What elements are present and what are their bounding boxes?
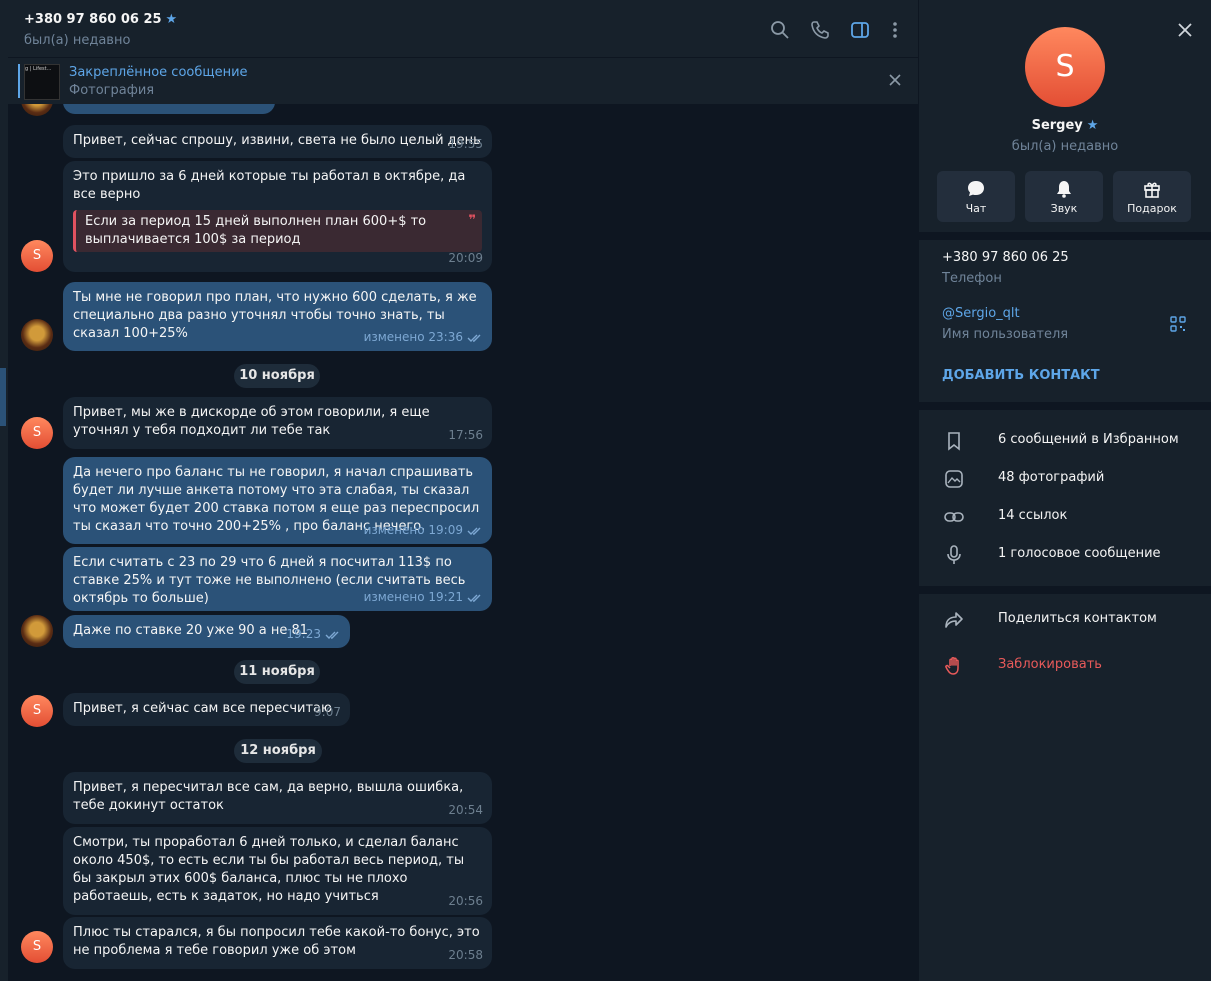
close-icon[interactable] bbox=[1177, 22, 1193, 38]
links-row[interactable]: 14 ссылок bbox=[919, 498, 1211, 534]
avatar[interactable] bbox=[21, 319, 53, 351]
hand-stop-icon bbox=[945, 657, 959, 675]
more-menu-icon[interactable] bbox=[885, 20, 905, 40]
message-bubble[interactable]: Привет, я пересчитал все сам, да верно, … bbox=[63, 772, 492, 824]
premium-star-icon: ★ bbox=[165, 12, 178, 27]
close-pinned-icon[interactable] bbox=[888, 73, 902, 87]
profile-avatar[interactable]: S bbox=[1025, 27, 1105, 107]
message-list[interactable]: Привет, сейчас спрошу, извини, света не … bbox=[8, 104, 918, 975]
message-bubble[interactable]: Привет, мы же в дискорде об этом говорил… bbox=[63, 397, 492, 449]
add-contact-button[interactable]: ДОБАВИТЬ КОНТАКТ bbox=[942, 368, 1100, 383]
username-label: Имя пользователя bbox=[942, 327, 1069, 342]
phone-icon[interactable] bbox=[810, 20, 830, 40]
phone-value[interactable]: +380 97 860 06 25 bbox=[942, 250, 1069, 265]
message-bubble[interactable]: Даже по ставке 20 уже 90 а не 81 19:23 bbox=[63, 615, 350, 648]
chat-button[interactable]: Чат bbox=[937, 171, 1015, 222]
profile-status: был(а) недавно bbox=[1011, 139, 1119, 154]
share-contact-row[interactable]: Поделиться контактом bbox=[919, 601, 1211, 637]
chat-title[interactable]: +380 97 860 06 25 ★ bbox=[24, 12, 177, 27]
pinned-indicator bbox=[18, 64, 20, 98]
chat-status: был(а) недавно bbox=[24, 33, 131, 48]
date-separator: 10 ноября bbox=[234, 364, 320, 388]
chat-area: +380 97 860 06 25 ★ был(а) недавно g | Li… bbox=[8, 0, 918, 975]
read-checkmarks-icon bbox=[325, 631, 339, 639]
pinned-thumbnail: g | Lifest... bbox=[24, 64, 60, 100]
quote-block[interactable]: Если за период 15 дней выполнен план 600… bbox=[73, 210, 482, 252]
avatar[interactable] bbox=[21, 104, 53, 116]
microphone-icon bbox=[947, 545, 961, 564]
divider bbox=[919, 586, 1211, 594]
avatar[interactable] bbox=[21, 615, 53, 647]
profile-panel: S Sergey ★ был(а) недавно Чат Звук Подаро… bbox=[919, 0, 1211, 981]
profile-name: Sergey ★ bbox=[1031, 118, 1099, 133]
premium-star-icon: ★ bbox=[1086, 118, 1099, 133]
avatar[interactable]: S bbox=[21, 240, 53, 272]
sound-button[interactable]: Звук bbox=[1025, 171, 1103, 222]
divider bbox=[919, 402, 1211, 410]
phone-label: Телефон bbox=[942, 271, 1002, 286]
avatar[interactable]: S bbox=[21, 695, 53, 727]
search-icon[interactable] bbox=[770, 20, 790, 40]
link-icon bbox=[944, 512, 964, 522]
share-icon bbox=[945, 612, 963, 628]
bookmark-icon bbox=[948, 432, 960, 451]
photo-icon bbox=[945, 470, 963, 488]
pinned-message-bar[interactable]: g | Lifest... Закреплённое сообщение Фот… bbox=[8, 58, 918, 104]
date-separator: 12 ноября bbox=[234, 739, 322, 763]
qr-code-icon[interactable] bbox=[1170, 316, 1186, 332]
message-bubble[interactable]: Плюс ты старался, я бы попросил тебе как… bbox=[63, 917, 492, 969]
left-sidebar-edge bbox=[0, 0, 8, 981]
avatar[interactable]: S bbox=[21, 931, 53, 963]
message-bubble[interactable]: Ты мне не говорил про план, что нужно 60… bbox=[63, 282, 492, 351]
read-checkmarks-icon bbox=[467, 334, 481, 342]
read-checkmarks-icon bbox=[467, 527, 481, 535]
voice-messages-row[interactable]: 1 голосовое сообщение bbox=[919, 536, 1211, 572]
username-value[interactable]: @Sergio_qlt bbox=[942, 306, 1020, 321]
chat-header: +380 97 860 06 25 ★ был(а) недавно bbox=[8, 0, 918, 57]
message-bubble[interactable]: Привет, я сейчас сам все пересчитаю 9:07 bbox=[63, 693, 350, 726]
message-bubble[interactable]: Привет, сейчас спрошу, извини, света не … bbox=[63, 125, 492, 158]
pinned-subtitle: Фотография bbox=[69, 83, 155, 98]
read-checkmarks-icon bbox=[467, 594, 481, 602]
avatar[interactable]: S bbox=[21, 417, 53, 449]
message-bubble[interactable]: Да нечего про баланс ты не говорил, я на… bbox=[63, 457, 492, 544]
block-user-row[interactable]: Заблокировать bbox=[919, 647, 1211, 683]
gift-icon bbox=[1144, 182, 1160, 198]
scroll-indicator[interactable] bbox=[0, 368, 6, 426]
message-bubble[interactable]: Если считать с 23 по 29 что 6 дней я пос… bbox=[63, 547, 492, 611]
bell-icon bbox=[1057, 181, 1071, 198]
photos-row[interactable]: 48 фотографий bbox=[919, 460, 1211, 496]
pinned-title: Закреплённое сообщение bbox=[69, 65, 248, 80]
message-bubble-partial[interactable] bbox=[63, 104, 275, 114]
sidebar-toggle-icon[interactable] bbox=[850, 20, 870, 40]
gift-button[interactable]: Подарок bbox=[1113, 171, 1191, 222]
message-bubble[interactable]: Смотри, ты проработал 6 дней только, и с… bbox=[63, 827, 492, 915]
divider bbox=[919, 232, 1211, 240]
chat-bubble-icon bbox=[968, 181, 984, 196]
quote-icon: ❞ bbox=[468, 213, 476, 228]
date-separator: 11 ноября bbox=[234, 660, 320, 684]
saved-messages-row[interactable]: 6 сообщений в Избранном bbox=[919, 422, 1211, 458]
message-bubble[interactable]: Это пришло за 6 дней которые ты работал … bbox=[63, 161, 492, 272]
